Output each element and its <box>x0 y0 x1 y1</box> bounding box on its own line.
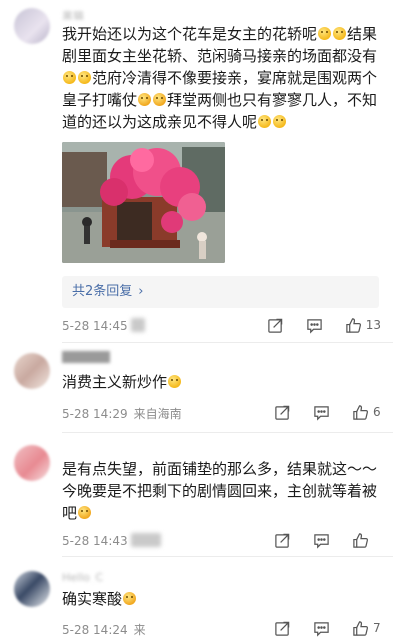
comment-location: 来 <box>133 623 146 637</box>
flower-carriage-photo <box>62 142 225 263</box>
avatar[interactable] <box>14 8 50 44</box>
like-button[interactable] <box>352 532 381 549</box>
share-icon[interactable] <box>267 317 284 334</box>
like-count: 13 <box>365 318 381 332</box>
comment-text: 消费主义新炒作 <box>62 371 379 393</box>
comment-actions <box>252 531 381 549</box>
thumb-up-icon <box>353 620 368 636</box>
share-icon[interactable] <box>274 532 291 549</box>
crying-emoji-icon <box>153 93 167 106</box>
like-button[interactable]: 6 <box>352 404 381 421</box>
avatar[interactable] <box>14 353 50 389</box>
username[interactable]: Hello_C <box>62 571 162 583</box>
comment-item: Hello_C 确实寒酸 5-28 14:24 来 7 <box>0 557 393 640</box>
comment-text-part: 确实寒酸 <box>62 590 123 608</box>
grimace-emoji-icon <box>168 375 182 388</box>
location-redacted <box>131 533 162 547</box>
grimace-emoji-icon <box>273 115 287 128</box>
thumb-up-icon <box>353 404 368 420</box>
comment-time: 5-28 14:24 <box>62 623 128 637</box>
avatar[interactable] <box>14 571 50 607</box>
comment-meta: 5-28 14:43 <box>62 533 162 548</box>
chevron-right-icon: › <box>138 284 144 299</box>
comment-meta: 5-28 14:24 来 <box>62 621 146 638</box>
thumb-up-icon <box>345 317 361 333</box>
crying-emoji-icon <box>78 506 92 519</box>
comment-meta: 5-28 14:29 来自海南 <box>62 405 182 422</box>
comment-actions: 6 <box>252 403 381 421</box>
share-icon[interactable] <box>274 404 291 421</box>
comment-item: 消费主义新炒作 5-28 14:29 来自海南 6 <box>0 343 393 435</box>
comment-text-part: 消费主义新炒作 <box>62 373 168 391</box>
comment-time: 5-28 14:45 <box>62 319 128 333</box>
comment-actions: 7 <box>252 619 381 637</box>
comment-text: 我开始还以为这个花车是女主的花轿呢 结果剧里面女主坐花轿、范闲骑马接亲的场面都没有… <box>62 23 379 133</box>
avatar[interactable] <box>14 445 50 481</box>
grimace-emoji-icon <box>63 71 76 84</box>
comment-text-part: 是有点失望，前面铺垫的那么多，结果就这～～今晚要是不把剩下的剧情圆回来，主创就等… <box>62 460 378 522</box>
comment-icon[interactable] <box>313 620 330 637</box>
like-button[interactable]: 7 <box>352 620 381 637</box>
comment-actions: 13 <box>245 316 381 334</box>
grimace-emoji-icon <box>258 115 272 128</box>
username[interactable] <box>62 351 110 363</box>
crying-emoji-icon <box>138 93 152 106</box>
thumb-up-icon <box>353 532 368 548</box>
replies-label: 共2条回复 <box>72 284 133 299</box>
grimace-emoji-icon <box>78 71 91 84</box>
grimace-emoji-icon <box>333 27 347 40</box>
comment-icon[interactable] <box>306 317 323 334</box>
like-count: 6 <box>373 405 381 419</box>
comment-item: 是有点失望，前面铺垫的那么多，结果就这～～今晚要是不把剩下的剧情圆回来，主创就等… <box>0 433 393 553</box>
crying-emoji-icon <box>123 592 137 605</box>
username[interactable] <box>62 443 132 455</box>
comment-meta: 5-28 14:45 <box>62 318 146 333</box>
comment-text: 确实寒酸 <box>62 588 379 610</box>
like-button[interactable]: 13 <box>345 317 381 334</box>
comment-item: 黑猫 我开始还以为这个花车是女主的花轿呢 结果剧里面女主坐花轿、范闲骑马接亲的场面… <box>0 0 393 340</box>
comment-image[interactable] <box>62 142 225 263</box>
username[interactable]: 黑猫 <box>62 8 122 20</box>
like-count: 7 <box>373 621 381 635</box>
comment-time: 5-28 14:43 <box>62 534 128 548</box>
comment-icon[interactable] <box>313 532 330 549</box>
view-replies-button[interactable]: 共2条回复 › <box>62 276 379 308</box>
comment-location: 来自海南 <box>133 407 182 421</box>
share-icon[interactable] <box>274 620 291 637</box>
comment-time: 5-28 14:29 <box>62 407 128 421</box>
comment-icon[interactable] <box>313 404 330 421</box>
comment-text-part: 我开始还以为这个花车是女主的花轿呢 <box>62 25 318 43</box>
grimace-emoji-icon <box>318 27 332 40</box>
location-redacted <box>131 318 146 332</box>
comment-text: 是有点失望，前面铺垫的那么多，结果就这～～今晚要是不把剩下的剧情圆回来，主创就等… <box>62 458 379 524</box>
